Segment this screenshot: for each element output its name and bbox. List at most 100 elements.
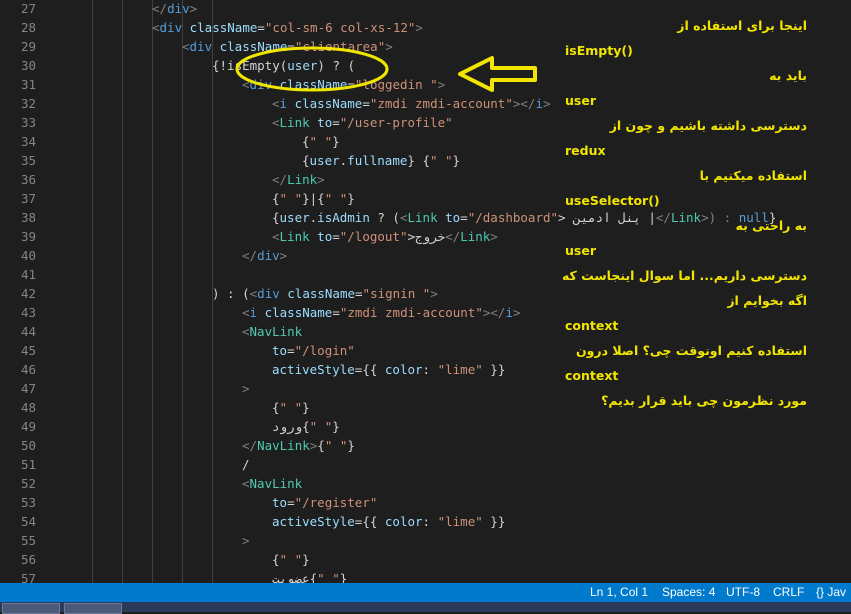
code-token: i	[249, 305, 258, 320]
code-line[interactable]: activeStyle={{ color: "lime" }}	[272, 360, 505, 379]
code-line[interactable]: {" "}|{" "}	[272, 189, 355, 208]
code-editor[interactable]: 27 28 29 30 31 32 33 34 35 36 37 38 39 40 41 42 43 44 45 46…	[0, 0, 851, 583]
code-token: className	[279, 286, 356, 301]
line-number: 37	[20, 191, 36, 206]
code-line[interactable]: ) : (<div className="signin ">	[212, 284, 438, 303]
code-token: "clientarea"	[294, 39, 386, 54]
code-line[interactable]: <div className="clientarea">	[182, 37, 393, 56]
code-token: }	[332, 419, 340, 434]
code-token: div	[159, 20, 183, 35]
code-token: " "	[279, 552, 303, 567]
code-token: =	[287, 39, 295, 54]
language-mode[interactable]: {} Jav	[816, 585, 846, 599]
code-token: "loggedin "	[354, 77, 438, 92]
indentation-setting[interactable]: Spaces: 4	[662, 585, 715, 599]
status-bar: Ln 1, Col 1 Spaces: 4 UTF-8 CRLF {} Jav	[0, 583, 851, 602]
code-token: ? (	[369, 210, 400, 225]
code-token: i	[535, 96, 543, 111]
code-token: }}	[482, 362, 506, 377]
taskbar-app-button[interactable]	[2, 603, 60, 614]
line-number: 46	[20, 362, 36, 377]
code-line[interactable]: <div className="col-sm-6 col-xs-12">	[152, 18, 423, 37]
code-line[interactable]: <i className="zmdi zmdi-account"></i>	[272, 94, 551, 113]
code-token: }|{	[302, 191, 325, 206]
code-line[interactable]: <Link to="/logout">خروج</Link>	[272, 227, 498, 246]
code-token: <	[272, 229, 280, 244]
annotation-line: context	[565, 318, 619, 333]
eol-setting[interactable]: CRLF	[773, 585, 804, 599]
code-token: >	[317, 172, 325, 187]
code-token: {	[272, 191, 280, 206]
line-number: 44	[20, 324, 36, 339]
code-line[interactable]: </NavLink>{" "}	[242, 436, 355, 455]
line-number: 54	[20, 514, 36, 529]
annotation-line: دسترسی داشته باشیم و چون از	[609, 118, 807, 133]
code-line[interactable]: {" "}	[272, 398, 310, 417]
code-token: to	[309, 229, 333, 244]
code-token: Link	[279, 229, 310, 244]
code-line[interactable]: {" "}	[302, 132, 340, 151]
annotation-line: user	[565, 93, 596, 108]
code-line[interactable]: </div>	[242, 246, 287, 265]
annotation-line: user	[565, 243, 596, 258]
code-line[interactable]: <div className="loggedin ">	[242, 75, 445, 94]
code-line[interactable]: <Link to="/user-profile"	[272, 113, 453, 132]
code-line[interactable]: >	[242, 379, 250, 398]
code-line[interactable]: عضویت{" "}	[272, 569, 347, 583]
code-line[interactable]: /	[242, 455, 250, 474]
code-token: activeStyle	[272, 362, 355, 377]
code-line[interactable]: </div>	[152, 0, 197, 18]
code-token: {	[272, 210, 280, 225]
code-line[interactable]: to="/login"	[272, 341, 355, 360]
encoding-setting[interactable]: UTF-8	[726, 585, 760, 599]
line-number: 34	[20, 134, 36, 149]
code-token: {	[302, 134, 310, 149]
code-token: "zmdi zmdi-account"	[339, 305, 483, 320]
cursor-position[interactable]: Ln 1, Col 1	[590, 585, 648, 599]
code-line[interactable]: <i className="zmdi zmdi-account"></i>	[242, 303, 521, 322]
code-line[interactable]: >	[242, 531, 250, 550]
code-token: <	[242, 305, 250, 320]
indent-guide	[152, 0, 153, 583]
code-token: }	[339, 571, 348, 583]
line-number: 41	[20, 267, 36, 282]
line-number: 29	[20, 39, 36, 54]
code-token: NavLink	[257, 438, 310, 453]
code-line[interactable]: <NavLink	[242, 474, 302, 493]
code-line[interactable]: ورود{" "}	[272, 417, 340, 436]
line-number: 38	[20, 210, 36, 225]
code-token: =	[287, 343, 295, 358]
code-line[interactable]: activeStyle={{ color: "lime" }}	[272, 512, 505, 531]
line-number: 43	[20, 305, 36, 320]
code-token: ></	[512, 96, 536, 111]
code-line[interactable]: </Link>	[272, 170, 325, 189]
code-token: =	[347, 77, 355, 92]
annotation-text-block: اینجا برای استفاده از isEmpty() باید به use…	[557, 0, 817, 420]
code-token: /	[242, 457, 250, 472]
code-token: ></	[482, 305, 506, 320]
code-token: fullname	[347, 153, 408, 168]
code-line[interactable]: <NavLink	[242, 322, 302, 341]
annotation-line: استفاده کنیم اونوقت چی؟ اصلا درون	[575, 343, 807, 358]
code-token: div	[167, 1, 190, 16]
code-token: " "	[429, 153, 453, 168]
line-number: 55	[20, 533, 36, 548]
code-token: <	[152, 20, 160, 35]
code-token: <	[242, 324, 250, 339]
code-token: className	[272, 77, 348, 92]
taskbar-app-button[interactable]	[64, 603, 122, 614]
code-token: !isEmpty	[219, 58, 280, 73]
code-token: =	[287, 495, 295, 510]
code-line[interactable]: to="/register"	[272, 493, 377, 512]
code-line[interactable]: {!isEmpty(user) ? (	[212, 56, 355, 75]
code-token: } {	[407, 153, 430, 168]
code-token: :	[422, 362, 438, 377]
pointer-arrow-icon	[458, 56, 537, 92]
code-token: i	[505, 305, 513, 320]
code-line[interactable]: {" "}	[272, 550, 310, 569]
code-line[interactable]: {user.fullname} {" "}	[302, 151, 460, 170]
code-token: NavLink	[249, 476, 303, 491]
code-token: Link	[407, 210, 438, 225]
line-number-gutter: 27 28 29 30 31 32 33 34 35 36 37 38 39 40 41 42 43 44 45 46…	[0, 0, 54, 583]
annotation-line: به راحتی به	[735, 218, 808, 233]
